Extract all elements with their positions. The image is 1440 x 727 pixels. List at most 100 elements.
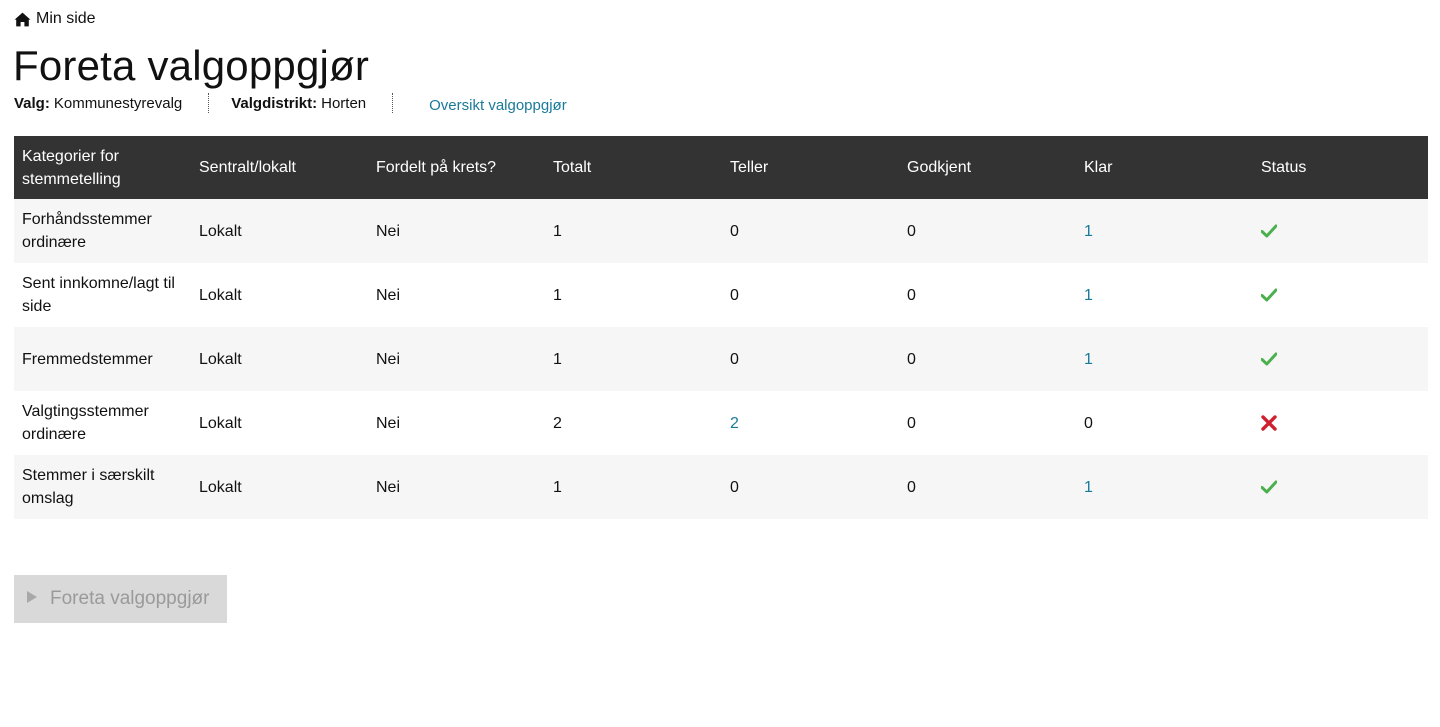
- ready-cell: 0: [1076, 391, 1253, 455]
- total-cell: 1: [545, 199, 722, 263]
- column-header: Status: [1253, 136, 1428, 199]
- approved-cell: 0: [899, 263, 1076, 327]
- distributed-value: Nei: [376, 350, 401, 368]
- distributed-cell: Nei: [368, 391, 545, 455]
- breadcrumb[interactable]: Min side: [14, 10, 96, 28]
- total-value: 1: [553, 286, 562, 304]
- table-body: Forhåndsstemmer ordinære Lokalt Nei 1 0 0 1 Sen…: [14, 199, 1428, 519]
- scope-value: Lokalt: [199, 414, 242, 432]
- cross-icon: [1261, 415, 1277, 431]
- category-cell: Forhåndsstemmer ordinære: [14, 199, 191, 263]
- counting-value: 0: [730, 478, 739, 496]
- checkmark-icon: [1261, 288, 1277, 302]
- category-value: Forhåndsstemmer ordinære: [22, 211, 152, 251]
- ready-value: 0: [1084, 414, 1093, 432]
- ready-link[interactable]: 1: [1084, 287, 1093, 304]
- category-value: Stemmer i særskilt omslag: [22, 467, 155, 507]
- ready-link[interactable]: 1: [1084, 479, 1093, 496]
- category-cell: Fremmedstemmer: [14, 327, 191, 391]
- district-value: Horten: [321, 94, 367, 112]
- approved-value: 0: [907, 478, 916, 496]
- scope-value: Lokalt: [199, 286, 242, 304]
- status-cell: [1253, 455, 1428, 519]
- status-cell: [1253, 263, 1428, 327]
- table-row: Fremmedstemmer Lokalt Nei 1 0 0 1: [14, 327, 1428, 391]
- scope-cell: Lokalt: [191, 455, 368, 519]
- ready-link[interactable]: 1: [1084, 223, 1093, 240]
- column-header: Teller: [722, 136, 899, 199]
- distributed-cell: Nei: [368, 455, 545, 519]
- counting-link[interactable]: 2: [730, 415, 739, 432]
- category-cell: Sent innkomne/lagt til side: [14, 263, 191, 327]
- counting-cell: 0: [722, 199, 899, 263]
- approved-value: 0: [907, 350, 916, 368]
- play-icon: [26, 588, 38, 610]
- checkmark-icon: [1261, 480, 1277, 494]
- scope-cell: Lokalt: [191, 199, 368, 263]
- home-icon: [14, 12, 31, 27]
- breadcrumb-label[interactable]: Min side: [36, 10, 96, 28]
- ready-cell: 1: [1076, 327, 1253, 391]
- counting-cell: 0: [722, 263, 899, 327]
- approved-cell: 0: [899, 199, 1076, 263]
- column-header: Klar: [1076, 136, 1253, 199]
- table-row: Valgtingsstemmer ordinære Lokalt Nei 2 2 0 0: [14, 391, 1428, 455]
- distributed-value: Nei: [376, 222, 401, 240]
- category-value: Valgtingsstemmer ordinære: [22, 403, 149, 443]
- overview-link[interactable]: Oversikt valgoppgjør: [429, 97, 567, 114]
- counting-cell: 0: [722, 327, 899, 391]
- counting-cell: 0: [722, 455, 899, 519]
- counting-value: 0: [730, 350, 739, 368]
- meta-divider: [208, 93, 210, 113]
- election-label: Valg:: [14, 94, 50, 112]
- approved-cell: 0: [899, 391, 1076, 455]
- counting-value: 0: [730, 222, 739, 240]
- distributed-value: Nei: [376, 478, 401, 496]
- column-header: Sentralt/lokalt: [191, 136, 368, 199]
- distributed-cell: Nei: [368, 199, 545, 263]
- category-cell: Valgtingsstemmer ordinære: [14, 391, 191, 455]
- page-title: Foreta valgoppgjør: [13, 42, 370, 89]
- column-header: Kategorier for stemmetelling: [14, 136, 191, 199]
- status-cell: [1253, 391, 1428, 455]
- total-value: 1: [553, 478, 562, 496]
- approved-value: 0: [907, 414, 916, 432]
- table-row: Stemmer i særskilt omslag Lokalt Nei 1 0 0 1: [14, 455, 1428, 519]
- total-cell: 1: [545, 263, 722, 327]
- status-cell: [1253, 199, 1428, 263]
- ready-cell: 1: [1076, 199, 1253, 263]
- distributed-value: Nei: [376, 286, 401, 304]
- total-cell: 2: [545, 391, 722, 455]
- table-row: Forhåndsstemmer ordinære Lokalt Nei 1 0 0 1: [14, 199, 1428, 263]
- column-header: Godkjent: [899, 136, 1076, 199]
- table-row: Sent innkomne/lagt til side Lokalt Nei 1 0 0 1: [14, 263, 1428, 327]
- counting-value: 0: [730, 286, 739, 304]
- total-value: 1: [553, 222, 562, 240]
- scope-cell: Lokalt: [191, 263, 368, 327]
- checkmark-icon: [1261, 224, 1277, 238]
- distributed-value: Nei: [376, 414, 401, 432]
- scope-value: Lokalt: [199, 222, 242, 240]
- total-value: 1: [553, 350, 562, 368]
- scope-cell: Lokalt: [191, 391, 368, 455]
- election-value: Kommunestyrevalg: [53, 94, 183, 112]
- table-header-row: Kategorier for stemmetelling Sentralt/lok…: [14, 136, 1428, 199]
- category-value: Sent innkomne/lagt til side: [22, 275, 175, 315]
- foreta-valgoppgjor-button[interactable]: Foreta valgoppgjør: [14, 575, 227, 623]
- counting-cell: 2: [722, 391, 899, 455]
- election-meta: Valg: Kommunestyrevalg Valgdistrikt: Hor…: [14, 92, 567, 114]
- election-info: Valg: Kommunestyrevalg: [14, 92, 182, 114]
- approved-value: 0: [907, 222, 916, 240]
- ready-cell: 1: [1076, 263, 1253, 327]
- button-label: Foreta valgoppgjør: [50, 588, 210, 609]
- ready-cell: 1: [1076, 455, 1253, 519]
- status-cell: [1253, 327, 1428, 391]
- counting-categories-table: Kategorier for stemmetelling Sentralt/lok…: [14, 136, 1428, 519]
- district-info: Valgdistrikt: Horten: [231, 92, 366, 114]
- district-label: Valgdistrikt:: [231, 94, 318, 112]
- category-cell: Stemmer i særskilt omslag: [14, 455, 191, 519]
- total-cell: 1: [545, 455, 722, 519]
- ready-link[interactable]: 1: [1084, 351, 1093, 368]
- total-cell: 1: [545, 327, 722, 391]
- approved-cell: 0: [899, 327, 1076, 391]
